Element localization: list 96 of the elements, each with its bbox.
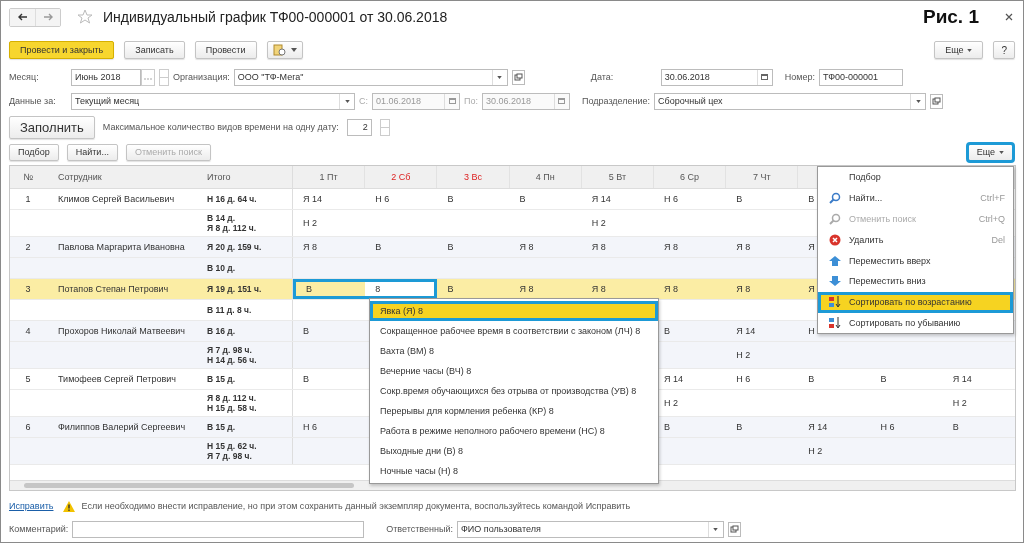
table-cell: В (663, 326, 670, 336)
shortcut-label: Del (991, 234, 1005, 245)
table-cell: Н 15 д. 62 ч. Я 7 д. 98 ч. (207, 441, 257, 461)
field-label: Подразделение: (582, 96, 651, 106)
table-cell: Н 2 (591, 218, 606, 228)
table-cell: Н 2 (952, 398, 967, 408)
table-cell: Я 8 д. 112 ч. Н 15 д. 58 ч. (207, 393, 257, 413)
table-cell: В (447, 284, 454, 294)
day-column-header: 1 Пт (293, 166, 366, 188)
field-label: Максимальное количество видов времени на одну дату: (102, 122, 339, 132)
table-cell: Н 6 (663, 194, 678, 204)
day-column-header: 5 Вт (581, 166, 654, 188)
table-cell: В 10 д. (207, 263, 236, 273)
table-cell: Я 14 (736, 326, 756, 336)
table-cell: Я 8 (591, 284, 606, 294)
table-cell: В (375, 242, 382, 252)
day-column-header: 2 Сб (365, 166, 438, 188)
table-cell: Н 2 (808, 446, 823, 456)
column-header: № (22, 171, 34, 184)
table-cell: Я 14 (303, 194, 322, 204)
table-cell: В 16 д. (207, 326, 236, 336)
table-cell: Я 14 (591, 194, 611, 204)
table-cell: Н 16 д. 64 ч. (207, 194, 257, 204)
table-cell: Я 8 (736, 242, 751, 252)
table-cell: Н 6 (303, 422, 317, 432)
table-cell: В (736, 194, 743, 204)
table-cell: 1 (25, 194, 31, 204)
table-cell: Н 6 (736, 374, 751, 384)
table-cell: В (808, 374, 815, 384)
table-cell: Я (808, 242, 815, 252)
table-cell: 4 (25, 326, 31, 336)
table-cell: В (736, 422, 743, 432)
field-label: Организация: (173, 72, 230, 82)
shortcut-label: Ctrl+Q (978, 214, 1005, 224)
table-cell: Я 14 (952, 374, 972, 384)
field-label: Номер: (784, 72, 815, 82)
field-label: Ответственный: (386, 524, 453, 534)
field-label: Данные за: (9, 96, 57, 106)
table-cell: В (663, 422, 670, 432)
table-cell: Я 8 (663, 242, 678, 252)
table-cell: Я 8 (591, 242, 606, 252)
field-label: Дата: (590, 72, 615, 82)
table-cell: 3 (25, 284, 31, 294)
table-cell: В (952, 422, 959, 432)
table-cell: В (519, 194, 526, 204)
table-cell: Я 7 д. 98 ч. Н 14 д. 56 ч. (207, 345, 257, 365)
day-column-header: 6 Ср (653, 166, 727, 188)
table-cell: Филиппов Валерий Сергеевич (58, 422, 186, 432)
table-cell: В 14 д. Я 8 д. 112 ч. (207, 213, 257, 233)
table-cell: Я 14 (663, 374, 683, 384)
column-header: Сотрудник (57, 171, 103, 184)
table-cell: 2 (25, 242, 31, 252)
table-cell: В (447, 242, 454, 252)
info-message: Если необходимо внести исправление, но при этом сохранить данный экземпляр документа, воспользуйтесь командой Исправить (81, 501, 631, 511)
table-cell: Я 8 (663, 284, 678, 294)
table-cell: Н 2 (663, 398, 678, 408)
table-cell: В 15 д. (207, 374, 236, 384)
table-cell: В (880, 374, 887, 384)
table-cell: Я 8 (736, 284, 751, 294)
field-label: С: (359, 96, 368, 106)
table-cell: Я 19 д. 151 ч. (207, 284, 262, 294)
table-cell: В 15 д. (207, 422, 236, 432)
table-cell: Павлова Маргарита Ивановна (58, 242, 185, 252)
table-cell: Потапов Степан Петрович (58, 284, 169, 294)
table-cell: Я 8 (303, 242, 317, 252)
table-cell: Н 2 (736, 350, 751, 360)
table-cell: Я 8 (519, 284, 534, 294)
table-cell: Я 20 д. 159 ч. (207, 242, 262, 252)
table-cell: Климов Сергей Васильевич (58, 194, 175, 204)
column-header: Итого (201, 166, 293, 188)
day-column-header: 4 Пн (509, 166, 582, 188)
field-label: По: (464, 96, 478, 106)
table-cell: 5 (25, 374, 31, 384)
table-cell: Н 2 (303, 218, 317, 228)
window-title: Индивидуальный график ТФ00-000001 от 30.06.2018 (103, 9, 448, 25)
table-cell: В (303, 326, 309, 336)
table-cell: Н 6 (375, 194, 390, 204)
table-cell: Тимофеев Сергей Петрович (58, 374, 176, 384)
table-cell: Я 8 (519, 242, 534, 252)
table-cell: В (808, 194, 815, 204)
field-label: Месяц: (9, 72, 40, 82)
table-cell: Я (808, 284, 815, 294)
field-label: Комментарий: (9, 524, 69, 534)
table-cell: В (306, 284, 312, 294)
table-cell: Я 14 (808, 422, 828, 432)
table-cell: В 11 д. 8 ч. (207, 305, 252, 315)
table-cell: Н (808, 326, 815, 336)
table-cell: Н 6 (880, 422, 895, 432)
table-cell: В (303, 374, 309, 384)
table-cell: 6 (25, 422, 31, 432)
day-column-header: 7 Чт (726, 166, 799, 188)
table-cell: В (447, 194, 454, 204)
table-cell: Прохоров Николай Матвеевич (58, 326, 185, 336)
day-column-header: 3 Вс (437, 166, 510, 188)
shortcut-label: Ctrl+F (980, 193, 1005, 204)
figure-label: Рис. 1 (922, 6, 979, 28)
